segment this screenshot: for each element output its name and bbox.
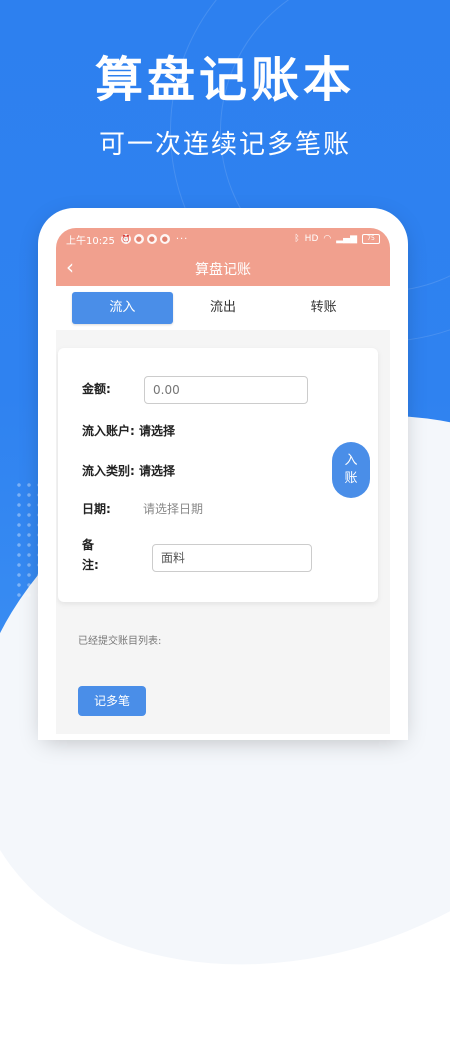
note-label-2: 注: xyxy=(82,558,99,572)
date-label: 日期: xyxy=(82,502,111,516)
tab-inflow[interactable]: 流入 xyxy=(72,292,173,324)
page-title: 算盘记账 xyxy=(195,262,251,278)
network-label: HD xyxy=(304,234,319,244)
wifi-icon: ◠ xyxy=(323,234,332,244)
note-label-1: 备 xyxy=(82,538,95,552)
record-multiple-button[interactable]: 记多笔 xyxy=(78,686,146,716)
bluetooth-icon: ᛒ xyxy=(294,234,300,244)
submit-line-1: 入 xyxy=(344,453,358,468)
date-picker[interactable]: 请选择日期 xyxy=(143,502,203,516)
qq-icon: ● xyxy=(133,234,144,244)
account-label: 流入账户: xyxy=(82,424,135,438)
app-header: ‹ 算盘记账 xyxy=(56,250,390,286)
promo-subtitle: 可一次连续记多笔账 xyxy=(98,130,351,160)
app-screen: 上午10:25 ⏰ ● ● ● ··· ᛒ HD ◠ ▂▄▆ 75 ‹ 算盘记账… xyxy=(56,228,390,734)
note-input[interactable]: 面料 xyxy=(152,544,312,572)
amount-label: 金额: xyxy=(82,382,111,396)
tab-transfer[interactable]: 转账 xyxy=(273,292,374,324)
submitted-list-label: 已经提交账目列表: xyxy=(78,636,162,647)
tab-outflow[interactable]: 流出 xyxy=(173,292,274,324)
more-notifications-icon: ··· xyxy=(175,233,189,245)
promo-title: 算盘记账本 xyxy=(94,52,355,108)
category-label: 流入类别: xyxy=(82,464,135,478)
category-select[interactable]: 请选择 xyxy=(139,464,175,478)
app-notification-icon: ● xyxy=(159,234,170,244)
wechat-icon: ● xyxy=(146,234,157,244)
signal-icon: ▂▄▆ xyxy=(336,234,357,244)
submit-entry-button[interactable]: 入 账 xyxy=(332,442,370,498)
account-select[interactable]: 请选择 xyxy=(139,424,175,438)
type-tabs: 流入 流出 转账 xyxy=(56,286,390,330)
submit-line-2: 账 xyxy=(344,471,358,486)
phone-mockup: 上午10:25 ⏰ ● ● ● ··· ᛒ HD ◠ ▂▄▆ 75 ‹ 算盘记账… xyxy=(44,214,402,734)
entry-form: 金额: 流入账户: 请选择 流入类别: 请选择 日期: 请选择日期 备 注: 面… xyxy=(58,348,378,602)
battery-icon: 75 xyxy=(362,234,380,244)
amount-input[interactable] xyxy=(144,376,308,404)
alarm-icon: ⏰ xyxy=(120,234,131,244)
status-time: 上午10:25 xyxy=(66,235,115,247)
status-bar: 上午10:25 ⏰ ● ● ● ··· ᛒ HD ◠ ▂▄▆ 75 xyxy=(56,228,390,250)
